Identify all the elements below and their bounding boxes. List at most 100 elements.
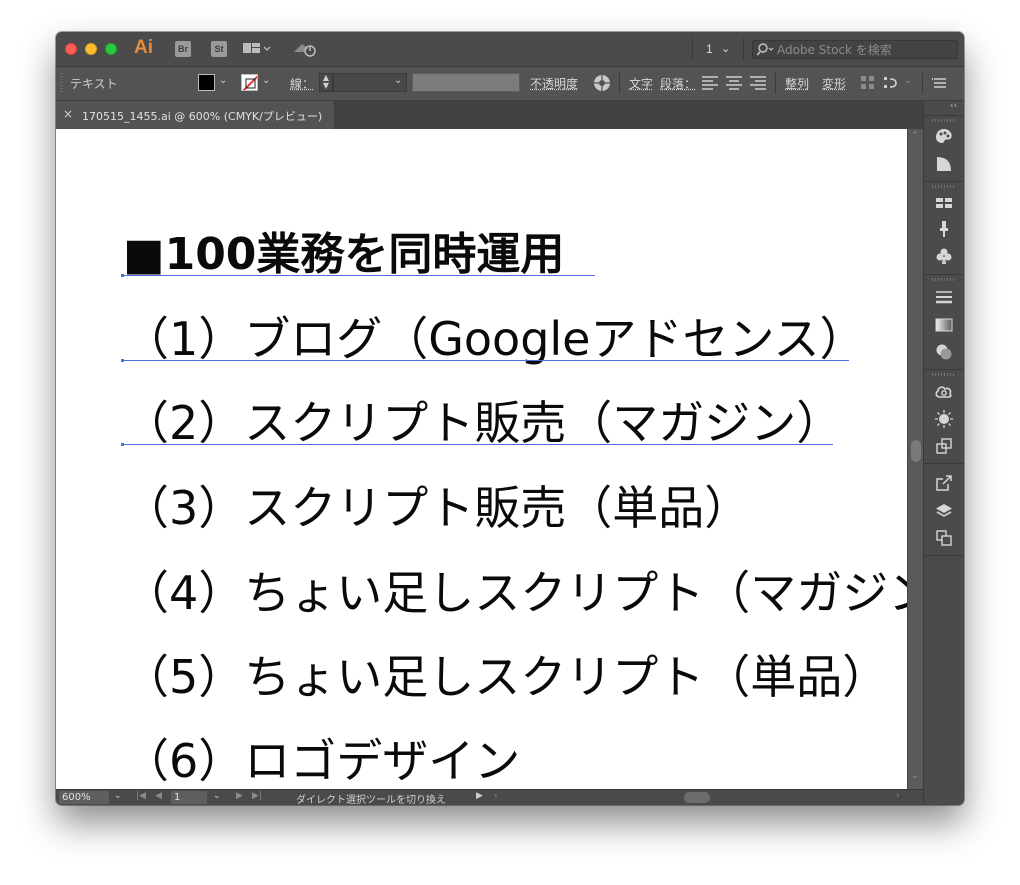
variable-width-profile[interactable]: [412, 73, 520, 92]
panel-dock: ‹‹: [923, 101, 964, 805]
text-anchor-point[interactable]: [121, 274, 124, 277]
creative-cloud-libraries-icon[interactable]: [934, 382, 954, 402]
workspace-layout-icon[interactable]: [243, 42, 271, 56]
stock-search-box[interactable]: [752, 40, 958, 59]
scroll-up-icon[interactable]: ⌃: [911, 131, 919, 141]
dock-divider: [924, 463, 964, 464]
chevron-down-icon[interactable]: ⌄: [219, 75, 227, 86]
stroke-color-swatch[interactable]: [241, 74, 258, 91]
stroke-panel-icon[interactable]: [934, 287, 954, 307]
gradient-panel-icon[interactable]: [934, 315, 954, 335]
color-guide-icon[interactable]: [934, 126, 954, 146]
isolate-group-icon[interactable]: [858, 73, 878, 93]
chevron-down-icon[interactable]: ⌄: [904, 75, 912, 86]
text-selection-baseline: [123, 444, 833, 445]
next-artboard-icon[interactable]: ▶: [236, 791, 243, 801]
bridge-button[interactable]: Br: [175, 41, 191, 57]
artboard-canvas[interactable]: ■100業務を同時運用 （1）ブログ（Googleアドセンス） （2）スクリプト…: [56, 129, 907, 789]
dock-divider: [924, 274, 964, 275]
status-menu-arrow-icon[interactable]: ▶: [476, 791, 483, 801]
bullet-list-icon[interactable]: [882, 73, 902, 93]
align-left-icon[interactable]: [700, 73, 720, 93]
chevron-down-icon[interactable]: ⌄: [394, 75, 402, 86]
asset-export-icon[interactable]: [934, 436, 954, 456]
zoom-level-field[interactable]: 600%: [59, 791, 109, 804]
paragraph-panel-link[interactable]: 段落：: [660, 75, 696, 92]
controlbar-divider: [775, 73, 776, 94]
text-anchor-point[interactable]: [121, 443, 124, 446]
appearance-sun-icon[interactable]: [934, 409, 954, 429]
gpu-performance-icon[interactable]: [292, 40, 318, 58]
transparency-icon[interactable]: [934, 342, 954, 362]
text-anchor-point[interactable]: [121, 359, 124, 362]
horizontal-scroll-thumb[interactable]: [684, 792, 710, 803]
stock-button[interactable]: St: [211, 41, 227, 57]
last-artboard-icon[interactable]: ▶|: [252, 791, 262, 801]
align-center-icon[interactable]: [724, 73, 744, 93]
controlbar-divider: [619, 73, 620, 94]
export-arrow-icon[interactable]: [934, 473, 954, 493]
chevron-down-icon[interactable]: ⌄: [508, 75, 516, 86]
chevron-down-icon[interactable]: ⌄: [721, 42, 730, 55]
scroll-left-icon[interactable]: ‹: [494, 791, 498, 801]
dock-divider: [924, 369, 964, 370]
stroke-weight-stepper[interactable]: ▲ ▼: [319, 73, 333, 92]
opacity-panel-link[interactable]: 不透明度: [530, 75, 578, 92]
collapse-panels-icon[interactable]: ‹‹: [950, 101, 957, 111]
stroke-panel-link[interactable]: 線：: [290, 75, 314, 92]
text-selection-baseline: [123, 275, 595, 276]
close-window-button[interactable]: [65, 43, 77, 55]
vertical-scrollbar[interactable]: ⌃ ⌄: [907, 129, 923, 789]
document-tab-title: 170515_1455.ai @ 600% (CMYK/プレビュー): [82, 110, 323, 123]
artwork-line-5[interactable]: （5）ちょい足しスクリプト（単品）: [123, 654, 888, 700]
chevron-down-icon[interactable]: ⌄: [213, 791, 221, 801]
previous-artboard-icon[interactable]: ◀: [155, 791, 162, 801]
illustrator-logo: Ai: [134, 37, 153, 58]
dock-divider: [924, 115, 964, 116]
brushes-icon[interactable]: [934, 219, 954, 239]
artwork-heading[interactable]: ■100業務を同時運用: [123, 233, 564, 277]
dock-grip[interactable]: [932, 185, 954, 188]
close-tab-icon[interactable]: ×: [63, 107, 73, 121]
no-stroke-icon: [242, 75, 257, 90]
character-panel-link[interactable]: 文字: [629, 75, 653, 92]
panel-menu-icon[interactable]: [930, 73, 950, 93]
scroll-down-icon[interactable]: ⌄: [911, 771, 919, 781]
controlbar-divider: [922, 73, 923, 94]
transform-panel-link[interactable]: 変形: [822, 75, 846, 92]
layers-icon[interactable]: [934, 501, 954, 521]
minimize-window-button[interactable]: [85, 43, 97, 55]
appbar-divider: [743, 38, 744, 60]
symbols-club-icon[interactable]: [934, 246, 954, 266]
artwork-line-4[interactable]: （4）ちょい足しスクリプト（マガジン）: [123, 570, 907, 616]
chevron-down-icon[interactable]: ⌄: [262, 75, 270, 86]
swatches-icon[interactable]: [934, 193, 954, 213]
chevron-down-icon[interactable]: ⌄: [114, 791, 122, 801]
artwork-line-6[interactable]: （6）ロゴデザイン: [123, 738, 520, 784]
vertical-scroll-thumb[interactable]: [911, 440, 921, 462]
artboards-icon[interactable]: [934, 528, 954, 548]
align-right-icon[interactable]: [748, 73, 768, 93]
fill-color-swatch[interactable]: [198, 74, 215, 91]
recolor-artwork-icon[interactable]: [592, 73, 612, 93]
artboard-number[interactable]: 1: [706, 42, 713, 56]
align-panel-link[interactable]: 整列: [785, 75, 809, 92]
illustrator-window: Ai Br St 1 ⌄ テキスト ⌄: [56, 32, 964, 805]
appbar-divider: [692, 38, 693, 60]
scroll-right-icon[interactable]: ›: [896, 791, 900, 801]
artboard-page-field[interactable]: 1: [171, 791, 207, 804]
dock-grip[interactable]: [932, 373, 954, 376]
stock-search-input[interactable]: [777, 41, 955, 58]
dock-grip[interactable]: [932, 278, 954, 281]
first-artboard-icon[interactable]: |◀: [136, 791, 146, 801]
document-tab[interactable]: × 170515_1455.ai @ 600% (CMYK/プレビュー): [56, 101, 335, 129]
artwork-line-3[interactable]: （3）スクリプト販売（単品）: [123, 485, 750, 531]
gradient-quarter-icon[interactable]: [934, 154, 954, 174]
dock-grip[interactable]: [932, 119, 954, 122]
app-bar: Ai Br St 1 ⌄: [56, 32, 964, 67]
search-icon: [757, 43, 774, 56]
zoom-window-button[interactable]: [105, 43, 117, 55]
artwork-line-2[interactable]: （2）スクリプト販売（マガジン）: [123, 400, 842, 446]
control-bar-grip[interactable]: [60, 73, 63, 93]
artwork-line-1[interactable]: （1）ブログ（Googleアドセンス）: [123, 316, 866, 362]
